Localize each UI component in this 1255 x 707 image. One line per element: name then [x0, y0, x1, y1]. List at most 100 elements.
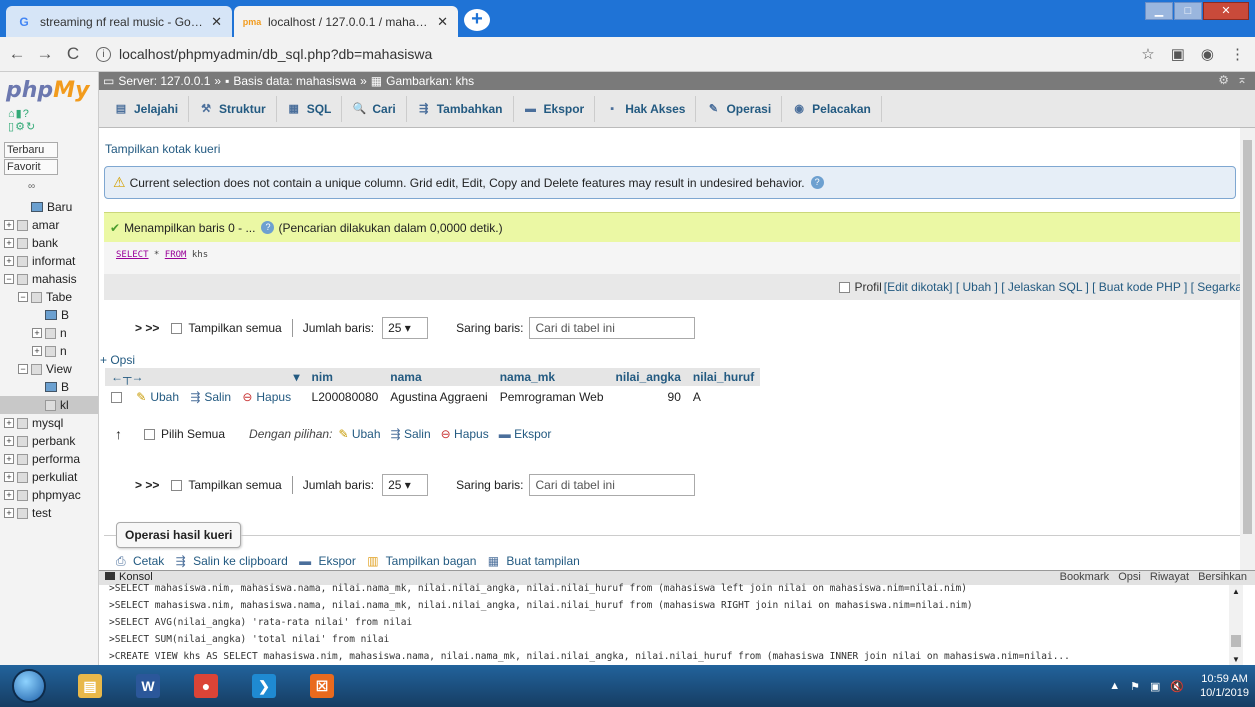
- taskbar-xampp[interactable]: ☒: [294, 667, 350, 705]
- info-icon[interactable]: i: [96, 46, 111, 62]
- tree-item-phpmyac[interactable]: + phpmyac: [0, 486, 98, 504]
- column-resize-header[interactable]: ←┬→ ▾: [105, 368, 306, 386]
- tab-ekspor[interactable]: ▬ Ekspor: [514, 95, 596, 122]
- tree-item-mahasis[interactable]: − mahasis: [0, 270, 98, 288]
- help-icon[interactable]: ?: [23, 108, 30, 120]
- column-header-nama-mk[interactable]: nama_mk: [493, 368, 610, 386]
- expand-icon[interactable]: +: [4, 220, 14, 230]
- tree-item-baru[interactable]: Baru: [0, 198, 98, 216]
- profile-checkbox[interactable]: [839, 281, 851, 293]
- console-query-line[interactable]: >SELECT SUM(nilai_angka) 'total nilai' f…: [109, 634, 1219, 645]
- expand-icon[interactable]: +: [32, 328, 42, 338]
- options-link[interactable]: + Opsi: [100, 353, 135, 367]
- console-scrollbar[interactable]: ▲ ▼: [1229, 585, 1243, 666]
- tree-item-amar[interactable]: + amar: [0, 216, 98, 234]
- tree-item-view[interactable]: − View: [0, 360, 98, 378]
- sql-keyword[interactable]: SELECT: [116, 250, 149, 260]
- home-icon[interactable]: ⌂: [8, 108, 16, 120]
- tab-tambahkan[interactable]: ⇶ Tambahkan: [407, 95, 514, 122]
- tree-item-performa[interactable]: + performa: [0, 450, 98, 468]
- copy-clipboard-button[interactable]: ⇶ Salin ke clipboard: [176, 554, 292, 568]
- next-page-button[interactable]: > >>: [135, 478, 159, 492]
- network-icon[interactable]: ▣: [1150, 680, 1160, 693]
- tab-hak-akses[interactable]: ▪ Hak Akses: [595, 95, 697, 122]
- back-icon[interactable]: ←: [6, 44, 28, 64]
- check-all-checkbox[interactable]: [144, 428, 155, 440]
- print-button[interactable]: ⎙ Cetak: [116, 554, 168, 568]
- docs-icon[interactable]: ▯: [8, 121, 15, 133]
- phpmyadmin-logo[interactable]: phpMy: [6, 78, 89, 103]
- tab-struktur[interactable]: ⚒ Struktur: [189, 95, 277, 122]
- tree-item-n[interactable]: + n: [0, 324, 98, 342]
- console-clear-link[interactable]: Bersihkan: [1198, 571, 1247, 583]
- show-query-box-link[interactable]: Tampilkan kotak kueri: [105, 142, 220, 156]
- sort-icon[interactable]: ▾: [294, 370, 300, 384]
- collapse-icon[interactable]: ⌅: [1237, 72, 1247, 86]
- tab-pelacakan[interactable]: ◉ Pelacakan: [782, 95, 882, 122]
- bookmark-star-icon[interactable]: ☆: [1141, 45, 1154, 63]
- console-history-link[interactable]: Riwayat: [1150, 571, 1189, 583]
- rows-select[interactable]: 25 ▾: [382, 317, 429, 339]
- tree-item-bank[interactable]: + bank: [0, 234, 98, 252]
- tree-item-informat[interactable]: + informat: [0, 252, 98, 270]
- tab-sql[interactable]: ▦ SQL: [277, 95, 343, 122]
- url-input[interactable]: i localhost/phpmyadmin/db_sql.php?db=mah…: [96, 46, 1125, 62]
- expand-icon[interactable]: +: [4, 490, 14, 500]
- sql-action-links[interactable]: [Edit dikotak] [ Ubah ] [ Jelaskan SQL ]…: [884, 280, 1252, 294]
- collapse-icon[interactable]: −: [18, 364, 28, 374]
- bulk-delete-button[interactable]: ⊖ Hapus: [441, 427, 489, 441]
- cell-nama[interactable]: Agustina Aggraeni: [384, 386, 494, 408]
- scroll-up-icon[interactable]: ▲: [1232, 587, 1240, 596]
- collapse-icon[interactable]: −: [18, 292, 28, 302]
- expand-icon[interactable]: +: [4, 454, 14, 464]
- next-page-button[interactable]: > >>: [135, 321, 159, 335]
- column-header-nim[interactable]: nim: [305, 368, 385, 386]
- tray-expand-icon[interactable]: ▲: [1109, 680, 1120, 692]
- breadcrumb-view[interactable]: Gambarkan: khs: [386, 74, 474, 88]
- help-icon[interactable]: ?: [810, 176, 824, 189]
- tab-cari[interactable]: 🔍 Cari: [342, 95, 407, 122]
- taskbar-word[interactable]: W: [120, 667, 176, 705]
- sql-keyword[interactable]: FROM: [165, 250, 187, 260]
- cell-nim[interactable]: L200080080: [305, 386, 385, 408]
- row-checkbox[interactable]: [111, 392, 122, 404]
- reload-icon[interactable]: C: [62, 44, 84, 64]
- column-header-nilai-huruf[interactable]: nilai_huruf: [686, 368, 761, 386]
- recent-link[interactable]: Terbaru: [4, 142, 58, 158]
- bulk-copy-button[interactable]: ⇶ Salin: [391, 427, 431, 441]
- close-window-icon[interactable]: ✕: [1203, 2, 1249, 20]
- close-tab-icon[interactable]: ✕: [437, 14, 448, 30]
- show-all-checkbox[interactable]: [171, 479, 183, 491]
- taskbar-file-explorer[interactable]: ▤: [62, 667, 118, 705]
- console-query-line[interactable]: >SELECT mahasiswa.nim, mahasiswa.nama, n…: [109, 600, 1219, 611]
- expand-icon[interactable]: +: [4, 508, 14, 518]
- filter-rows-input[interactable]: Cari di tabel ini: [529, 317, 696, 339]
- link-chain-icon[interactable]: ∞: [28, 181, 35, 192]
- tree-item-perbank[interactable]: + perbank: [0, 432, 98, 450]
- browser-tab-google[interactable]: G streaming nf real music - Google ✕: [6, 6, 232, 37]
- tree-item-test[interactable]: + test: [0, 504, 98, 522]
- expand-icon[interactable]: +: [4, 418, 14, 428]
- console-bookmark-link[interactable]: Bookmark: [1060, 571, 1110, 583]
- expand-icon[interactable]: +: [4, 256, 14, 266]
- browser-tab-phpmyadmin[interactable]: pma localhost / 127.0.0.1 / mahasiswa ✕: [234, 6, 458, 37]
- tree-item-n[interactable]: + n: [0, 342, 98, 360]
- menu-icon[interactable]: ⋮: [1230, 45, 1245, 63]
- console-query-line[interactable]: >SELECT AVG(nilai_angka) 'rata-rata nila…: [109, 617, 1219, 628]
- breadcrumb-server[interactable]: Server: 127.0.0.1: [118, 74, 210, 88]
- tab-jelajahi[interactable]: ▤ Jelajahi: [104, 95, 190, 122]
- forward-icon[interactable]: →: [34, 44, 56, 64]
- bulk-edit-button[interactable]: ✎ Ubah: [338, 427, 380, 441]
- tree-item-b[interactable]: B: [0, 378, 98, 396]
- close-tab-icon[interactable]: ✕: [211, 14, 222, 30]
- console-options-link[interactable]: Opsi: [1118, 571, 1141, 583]
- tree-item-b[interactable]: B: [0, 306, 98, 324]
- maximize-icon[interactable]: □: [1174, 2, 1202, 20]
- expand-icon[interactable]: +: [32, 346, 42, 356]
- taskbar-chrome[interactable]: ●: [178, 667, 234, 705]
- scrollbar-thumb[interactable]: [1243, 140, 1252, 534]
- show-all-checkbox[interactable]: [171, 322, 183, 334]
- console-query-line[interactable]: >SELECT mahasiswa.nim, mahasiswa.nama, n…: [109, 583, 1219, 594]
- export-button[interactable]: ▬ Ekspor: [299, 554, 360, 568]
- tree-item-tabe[interactable]: − Tabe: [0, 288, 98, 306]
